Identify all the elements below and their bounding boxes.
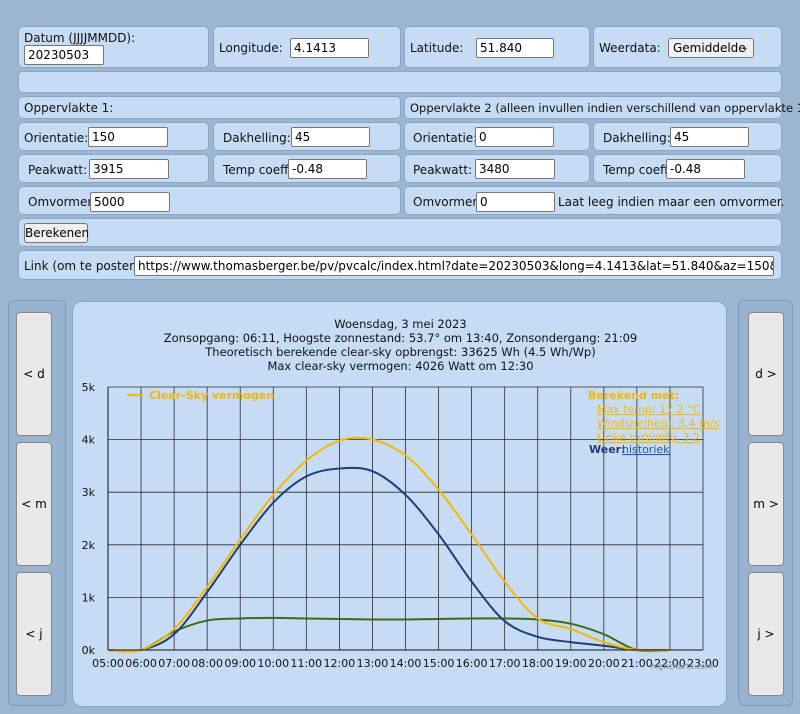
x-tick-label: 15:00 (423, 657, 455, 670)
next-year-button[interactable]: j > (748, 572, 784, 696)
s2-orientatie-cell: Orientatie: 0 (404, 122, 590, 151)
x-tick-label: 16:00 (456, 657, 488, 670)
x-tick-label: 05:00 (92, 657, 124, 670)
surface2-heading: Oppervlakte 2 (alleen invullen indien ve… (410, 101, 800, 115)
s1-dakhelling-input[interactable]: 45 (291, 127, 370, 147)
surface1-heading: Oppervlakte 1: (24, 101, 114, 115)
x-tick-label: 19:00 (555, 657, 587, 670)
y-tick-label: 3k (82, 486, 96, 499)
datum-input[interactable]: 20230503 (24, 45, 104, 65)
s1-orientatie-label: Orientatie: (24, 131, 89, 145)
weerdata-cell: Weerdata: Gemiddelde ⌄ (593, 26, 782, 68)
s2-dakhelling-input[interactable]: 45 (670, 127, 749, 147)
s1-tempcoeff-label: Temp coeff: (223, 163, 293, 177)
x-tick-label: 07:00 (158, 657, 190, 670)
prev-month-button[interactable]: < m (16, 442, 52, 566)
latitude-cell: Latitude: 51.840 (404, 26, 590, 68)
y-tick-label: 1k (82, 591, 96, 604)
chevron-down-icon: ⌄ (740, 42, 749, 53)
legend-label[interactable]: Clear-Sky vermogen (149, 389, 274, 402)
chart-legend: Clear-Sky vermogen (127, 389, 274, 402)
s1-peakwatt-cell: Peakwatt: 3915 (18, 154, 209, 183)
s1-omvormer-label: Omvormer: (28, 195, 97, 209)
longitude-label: Longitude: (219, 41, 283, 55)
s1-tempcoeff-cell: Temp coeff: -0.48 (213, 154, 401, 183)
longitude-cell: Longitude: 4.1413 (213, 26, 401, 68)
weather-title: Berekend met: (588, 389, 679, 402)
link-input[interactable]: https://www.thomasberger.be/pv/pvcalc/in… (134, 256, 774, 276)
x-tick-label: 14:00 (390, 657, 422, 670)
s2-peakwatt-input[interactable]: 3480 (475, 159, 555, 179)
x-tick-label: 10:00 (257, 657, 289, 670)
next-month-button[interactable]: m > (748, 442, 784, 566)
weather-max-temp[interactable]: Max temp: 17.2 °C (597, 403, 701, 416)
latitude-input[interactable]: 51.840 (476, 38, 554, 58)
weerdata-select[interactable]: Gemiddelde ⌄ (668, 38, 754, 58)
s2-peakwatt-cell: Peakwatt: 3480 (404, 154, 590, 183)
s1-omvormer-input[interactable]: 5000 (90, 192, 170, 212)
s1-dakhelling-cell: Dakhelling: 45 (213, 122, 401, 151)
datum-label: Datum (JJJJMMDD): (24, 31, 136, 45)
s1-orientatie-cell: Orientatie: 150 (18, 122, 209, 151)
surface1-heading-cell: Oppervlakte 1: (18, 96, 401, 119)
power-chart: 05:00 06:00 07:00 08:00 09:00 10:00 11:00 12:00… (82, 381, 720, 671)
calc-button-cell: Berekenen (18, 218, 782, 247)
x-tick-label: 06:00 (125, 657, 157, 670)
y-tick-label: 5k (82, 381, 96, 394)
longitude-input[interactable]: 4.1413 (290, 38, 369, 58)
s1-omvormer-cell: Omvormer: 5000 (18, 186, 401, 215)
x-tick-label: 12:00 (324, 657, 356, 670)
chart-panel: Woensdag, 3 mei 2023 Zonsopgang: 06:11, … (72, 301, 727, 707)
s2-orientatie-input[interactable]: 0 (475, 127, 554, 147)
x-tick-label: 21:00 (621, 657, 653, 670)
x-tick-label: 08:00 (191, 657, 223, 670)
s2-omvormer-label: Omvormer: (413, 195, 482, 209)
x-tick-label: 09:00 (224, 657, 256, 670)
omvormer-hint: Laat leeg indien maar een omvormer. (558, 195, 785, 209)
s2-tempcoeff-input[interactable]: -0.48 (666, 159, 745, 179)
weerdata-selected: Gemiddelde (673, 41, 746, 55)
s2-tempcoeff-label: Temp coeff: (603, 163, 673, 177)
s2-omvormer-input[interactable]: 0 (476, 192, 555, 212)
link-cell: Link (om te posten): https://www.thomasb… (18, 250, 782, 280)
s1-tempcoeff-input[interactable]: -0.48 (288, 159, 367, 179)
x-tick-label: 18:00 (522, 657, 554, 670)
datum-cell: Datum (JJJJMMDD): 20230503 (18, 26, 209, 68)
s2-orientatie-label: Orientatie: (413, 131, 478, 145)
s2-dakhelling-label: Dakhelling: (603, 131, 671, 145)
y-tick-label: 4k (82, 434, 96, 447)
prev-day-button[interactable]: < d (16, 312, 52, 436)
surface2-heading-cell: Oppervlakte 2 (alleen invullen indien ve… (404, 96, 800, 119)
s2-dakhelling-cell: Dakhelling: 45 (593, 122, 782, 151)
s1-peakwatt-input[interactable]: 3915 (89, 159, 169, 179)
calc-button[interactable]: Berekenen (24, 223, 89, 243)
x-tick-label: 13:00 (357, 657, 389, 670)
link-label: Link (om te posten): (24, 259, 146, 273)
y-tick-label: 2k (82, 539, 96, 552)
s1-dakhelling-label: Dakhelling: (223, 131, 291, 145)
prev-year-button[interactable]: < j (16, 572, 52, 696)
weather-wind[interactable]: Windsnelheid: 3.4 m/s (597, 417, 720, 430)
weather-history-link[interactable]: historiek (622, 443, 670, 456)
s2-peakwatt-label: Peakwatt: (413, 163, 473, 177)
chart-watermark: highcharts.com (651, 662, 713, 671)
y-tick-label: 0k (82, 644, 96, 657)
s1-orientatie-input[interactable]: 150 (88, 127, 168, 147)
weerdata-label: Weerdata: (599, 41, 661, 55)
s2-tempcoeff-cell: Temp coeff: -0.48 (593, 154, 782, 183)
x-tick-label: 17:00 (489, 657, 521, 670)
x-tick-label: 11:00 (290, 657, 322, 670)
x-tick-label: 20:00 (588, 657, 620, 670)
weather-label: Weer: (589, 443, 626, 456)
empty-row (18, 71, 782, 93)
s1-peakwatt-label: Peakwatt: (28, 163, 88, 177)
latitude-label: Latitude: (410, 41, 464, 55)
next-day-button[interactable]: d > (748, 312, 784, 436)
s2-omvormer-cell: Omvormer: 0 Laat leeg indien maar een om… (404, 186, 785, 215)
